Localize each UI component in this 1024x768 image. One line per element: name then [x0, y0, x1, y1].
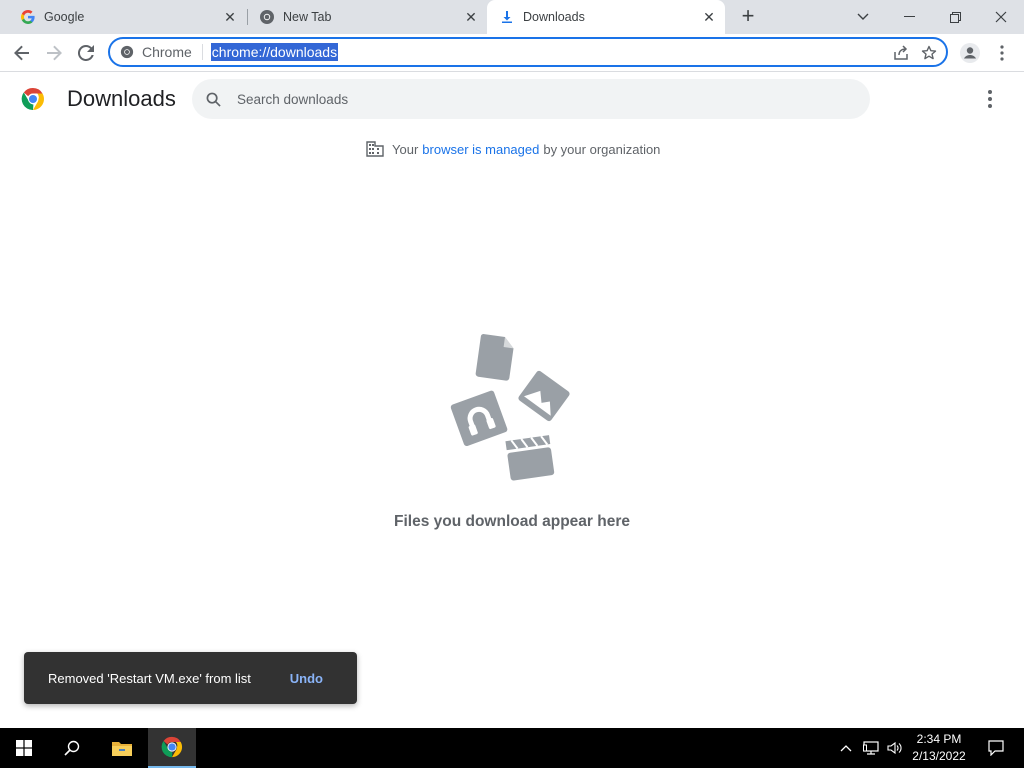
browser-menu-button[interactable]	[988, 39, 1016, 67]
taskbar-search-button[interactable]	[48, 728, 96, 768]
empty-downloads-illustration	[450, 334, 570, 481]
empty-state-message: Files you download appear here	[394, 513, 630, 530]
image-icon	[518, 370, 570, 422]
chrome-icon	[259, 9, 275, 25]
close-tab-icon[interactable]: ✕	[220, 7, 240, 27]
minimize-icon	[903, 16, 915, 17]
show-hidden-icons-button[interactable]	[836, 728, 856, 768]
restore-icon	[949, 11, 961, 23]
tab-search-button[interactable]	[840, 0, 886, 34]
managed-prefix: Your	[392, 141, 419, 157]
tab-title: New Tab	[283, 10, 332, 24]
forward-button[interactable]	[40, 39, 68, 67]
chrome-taskbar-button[interactable]	[148, 728, 196, 768]
chevron-up-icon	[840, 745, 852, 752]
chevron-down-icon	[857, 13, 869, 20]
close-icon	[995, 11, 1007, 23]
toast-notification: Removed 'Restart VM.exe' from list Undo	[24, 652, 357, 704]
site-chip[interactable]: Chrome	[120, 44, 211, 60]
tab-title: Downloads	[523, 10, 585, 24]
star-icon	[921, 45, 937, 60]
reload-icon	[78, 45, 94, 61]
network-button[interactable]	[860, 728, 882, 768]
download-icon	[499, 9, 515, 25]
building-icon	[366, 141, 384, 157]
browser-toolbar: Chrome chrome://downloads	[0, 34, 1024, 72]
bookmark-button[interactable]	[918, 42, 940, 64]
tab-downloads[interactable]: Downloads ✕	[487, 0, 725, 34]
menu-dot	[988, 97, 992, 101]
clock-date: 2/13/2022	[912, 749, 966, 763]
tab-strip: Google ✕ New Tab ✕ Downloads ✕ +	[0, 0, 1024, 34]
volume-icon	[887, 741, 902, 755]
taskbar-clock[interactable]: 2:34 PM 2/13/2022	[907, 731, 971, 765]
menu-dot	[988, 90, 992, 94]
new-tab-button[interactable]: +	[736, 5, 760, 29]
more-vert-icon	[1000, 45, 1004, 61]
site-chip-label: Chrome	[142, 44, 192, 60]
action-center-button[interactable]	[976, 728, 1016, 768]
chrome-logo-icon	[21, 87, 44, 111]
close-window-button[interactable]	[978, 0, 1024, 34]
tab-new-tab[interactable]: New Tab ✕	[239, 0, 487, 34]
managed-notice: Your browser is managed by your organiza…	[366, 140, 660, 158]
share-button[interactable]	[890, 42, 912, 64]
restore-button[interactable]	[932, 0, 978, 34]
notification-icon	[988, 740, 1004, 756]
toast-message: Removed 'Restart VM.exe' from list	[48, 670, 251, 686]
url-text[interactable]: chrome://downloads	[210, 43, 339, 61]
search-icon	[203, 89, 223, 109]
clock-time: 2:34 PM	[916, 732, 962, 746]
search-input[interactable]	[237, 91, 837, 107]
share-icon	[894, 45, 908, 60]
downloads-page: Downloads Your browser is managed by you…	[0, 72, 1024, 728]
chrome-icon	[120, 45, 134, 59]
windows-taskbar: 2:34 PM 2/13/2022	[0, 728, 1024, 768]
address-bar[interactable]: Chrome chrome://downloads	[108, 37, 948, 67]
reload-button[interactable]	[72, 39, 100, 67]
close-tab-icon[interactable]: ✕	[699, 7, 719, 27]
volume-button[interactable]	[884, 728, 906, 768]
network-icon	[863, 741, 879, 755]
search-icon	[64, 740, 80, 756]
back-arrow-icon	[14, 45, 29, 61]
document-icon	[475, 334, 514, 381]
tab-google[interactable]: Google ✕	[0, 0, 246, 34]
start-button[interactable]	[0, 728, 48, 768]
forward-arrow-icon	[47, 45, 62, 61]
page-title: Downloads	[67, 86, 176, 111]
google-g-icon	[20, 9, 36, 25]
tab-title: Google	[44, 10, 85, 24]
profile-button[interactable]	[956, 39, 984, 67]
close-tab-icon[interactable]: ✕	[461, 7, 481, 27]
back-button[interactable]	[8, 39, 36, 67]
search-downloads-box[interactable]	[192, 79, 870, 119]
folder-icon	[112, 742, 132, 756]
managed-suffix: by your organization	[543, 141, 661, 157]
windows-logo-icon	[16, 740, 32, 756]
video-icon	[505, 435, 555, 481]
managed-link[interactable]: browser is managed	[422, 142, 539, 157]
file-explorer-button[interactable]	[98, 728, 146, 768]
undo-button[interactable]: Undo	[290, 671, 323, 686]
chrome-logo-icon	[161, 736, 183, 758]
chip-divider	[201, 44, 203, 60]
avatar-icon	[960, 43, 980, 63]
minimize-button[interactable]	[886, 0, 932, 34]
audio-icon	[450, 390, 508, 447]
downloads-menu-button[interactable]	[980, 88, 1000, 110]
menu-dot	[988, 104, 992, 108]
